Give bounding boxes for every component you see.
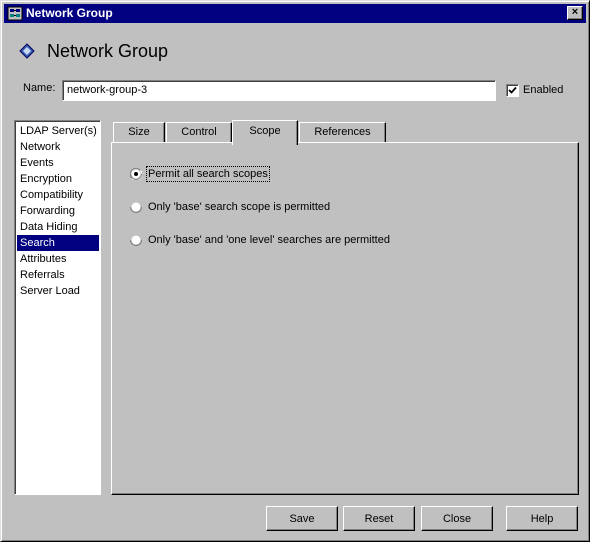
tab-references[interactable]: References <box>299 122 386 143</box>
save-button[interactable]: Save <box>266 506 338 531</box>
scope-option-base-label: Only 'base' search scope is permitted <box>148 201 331 213</box>
help-button[interactable]: Help <box>506 506 578 531</box>
title-bar[interactable]: Network Group × <box>4 4 586 23</box>
close-button[interactable]: Close <box>421 506 493 531</box>
scope-option-all-label: Permit all search scopes <box>146 166 270 182</box>
sidebar-item-ldap-servers[interactable]: LDAP Server(s) <box>17 123 99 139</box>
sidebar-item-encryption[interactable]: Encryption <box>17 171 99 187</box>
sidebar-item-attributes[interactable]: Attributes <box>17 251 99 267</box>
network-group-window: Network Group × Network Group Name: netw… <box>0 0 590 542</box>
name-label: Name: <box>23 82 56 94</box>
tab-control[interactable]: Control <box>166 122 232 143</box>
sidebar-item-search[interactable]: Search <box>17 235 99 251</box>
diamond-bullet-icon <box>19 43 35 59</box>
tab-size[interactable]: Size <box>113 122 165 143</box>
tab-scope[interactable]: Scope <box>232 120 298 145</box>
reset-button[interactable]: Reset <box>343 506 415 531</box>
sidebar-item-data-hiding[interactable]: Data Hiding <box>17 219 99 235</box>
checkmark-icon <box>508 86 517 94</box>
radio-unselected-icon[interactable] <box>130 201 142 213</box>
page-title: Network Group <box>47 41 169 61</box>
sidebar-item-server-load[interactable]: Server Load <box>17 283 99 299</box>
network-group-icon <box>7 6 23 21</box>
sidebar-item-referrals[interactable]: Referrals <box>17 267 99 283</box>
sidebar-item-forwarding[interactable]: Forwarding <box>17 203 99 219</box>
enabled-label: Enabled <box>523 84 564 96</box>
enabled-checkbox[interactable] <box>506 84 519 97</box>
sidebar-item-network[interactable]: Network <box>17 139 99 155</box>
sidebar-item-compatibility[interactable]: Compatibility <box>17 187 99 203</box>
scope-tab-panel: Permit all search scopes Only 'base' sea… <box>111 142 579 495</box>
sidebar-item-events[interactable]: Events <box>17 155 99 171</box>
name-input[interactable]: network-group-3 <box>62 80 496 101</box>
scope-option-base-one-level-label: Only 'base' and 'one level' searches are… <box>148 234 390 246</box>
window-title: Network Group <box>26 6 113 20</box>
close-icon: × <box>571 6 579 18</box>
window-close-button[interactable]: × <box>567 6 583 20</box>
sidebar-list[interactable]: LDAP Server(s) Network Events Encryption… <box>14 120 101 495</box>
radio-unselected-icon[interactable] <box>130 234 142 246</box>
radio-selected-icon[interactable] <box>130 168 142 180</box>
